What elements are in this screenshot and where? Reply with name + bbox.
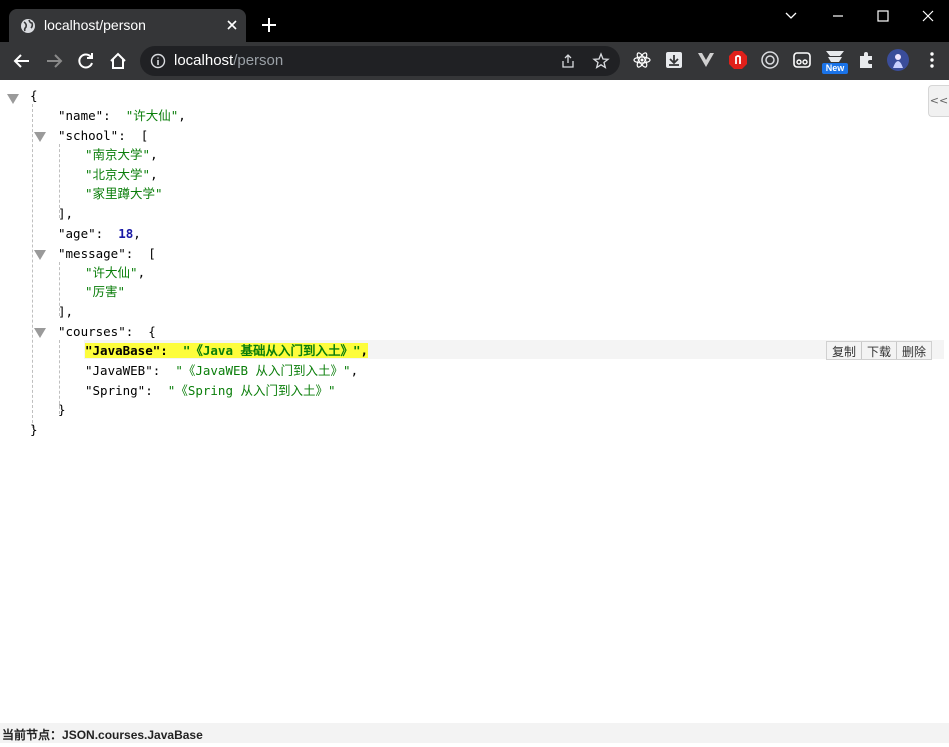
browser-toolbar: localhost/person New [0,42,949,80]
new-badge-label: New [825,63,845,73]
json-row-school[interactable]: "school": [ [58,126,148,145]
json-key: "name" [58,108,104,123]
json-row-javabase[interactable]: "JavaBase": "《Java 基础从入门到入土》", [85,341,369,360]
current-node-path: JSON.courses.JavaBase [62,728,203,742]
url-path: /person [233,52,284,69]
json-row-courses[interactable]: "courses": { [58,322,156,341]
reload-icon[interactable] [76,51,96,71]
collapse-toggle-icon[interactable] [34,250,46,260]
json-array-item[interactable]: "家里蹲大学" [85,184,163,203]
home-icon[interactable] [108,51,128,71]
json-close-brace-root: } [30,422,38,437]
new-badge-icon[interactable]: New [822,48,848,74]
json-close-brace: } [58,402,66,417]
collapse-toggle-icon[interactable] [34,328,46,338]
close-window-icon[interactable] [918,8,938,24]
json-key: "age" [58,226,96,241]
new-tab-button[interactable] [260,16,278,34]
address-bar[interactable]: localhost/person [140,46,620,76]
status-bar: 当前节点：JSON.courses.JavaBase [0,723,949,743]
minimize-icon[interactable] [828,8,848,24]
globe-icon [21,19,35,33]
json-row-message[interactable]: "message": [ [58,244,156,263]
url-text[interactable]: localhost/person [174,52,283,69]
collapse-toggle-icon[interactable] [7,94,19,104]
puzzle-icon[interactable] [856,50,876,70]
json-array-item[interactable]: "北京大学", [85,165,158,184]
forward-icon[interactable] [44,51,64,71]
json-row-name[interactable]: "name": "许大仙", [58,106,186,125]
close-tab-icon[interactable] [224,17,240,33]
json-close-bracket: ], [58,206,74,221]
avatar[interactable] [886,48,910,72]
copy-button[interactable]: 复制 [827,342,863,359]
json-array-item[interactable]: "厉害" [85,282,125,301]
json-viewer: << 复制 下载 删除 { "name": "许大仙", "school": [… [0,80,949,723]
collapse-toggle-icon[interactable] [34,132,46,142]
json-key: "school" [58,128,119,143]
json-key: "message" [58,246,126,261]
json-string-value: "许大仙" [125,108,179,123]
adblock-icon[interactable] [728,50,748,70]
json-close-bracket: ], [58,304,74,319]
bookmark-star-icon[interactable] [592,52,610,70]
download-icon[interactable] [664,50,684,70]
reader-icon[interactable] [792,50,812,70]
tab-title: localhost/person [44,17,146,33]
tree-guide [32,104,33,428]
vue-icon[interactable] [696,50,716,70]
side-collapse-button[interactable]: << [928,85,949,117]
browser-title-bar: localhost/person [0,0,949,42]
json-key: "courses" [58,324,126,339]
json-row-age[interactable]: "age": 18, [58,224,141,243]
tab-search-icon[interactable] [781,8,801,24]
json-array-item[interactable]: "许大仙", [85,263,145,282]
current-node-label: 当前节点： [2,728,63,742]
browser-tab[interactable]: localhost/person [9,9,246,42]
maximize-icon[interactable] [873,8,893,24]
json-row-spring[interactable]: "Spring": "《Spring 从入门到入土》" [85,381,336,400]
radio-icon[interactable] [760,50,780,70]
json-row-javaweb[interactable]: "JavaWEB": "《JavaWEB 从入门到入土》", [85,361,358,380]
row-actions: 复制 下载 删除 [826,341,933,360]
menu-icon[interactable] [922,50,942,70]
site-info-icon[interactable] [150,53,166,69]
share-icon[interactable] [560,53,576,69]
json-array-item[interactable]: "南京大学", [85,145,158,164]
back-icon[interactable] [12,51,32,71]
json-open-brace: { [30,88,38,103]
json-number-value: 18 [118,226,134,241]
url-host: localhost [174,52,234,69]
download-button[interactable]: 下载 [862,342,898,359]
delete-button[interactable]: 删除 [897,342,931,359]
react-icon[interactable] [632,50,652,70]
